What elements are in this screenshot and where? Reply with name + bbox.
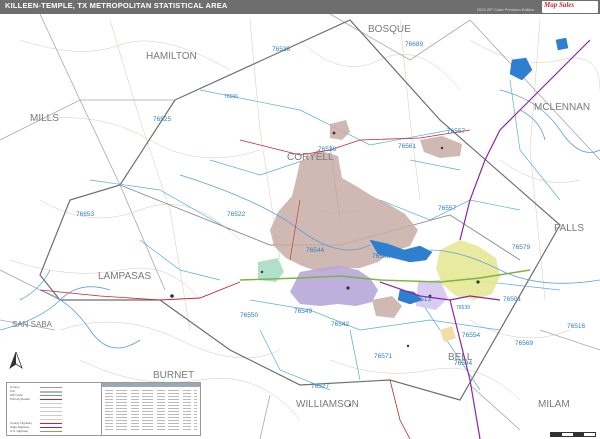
index-row	[105, 429, 197, 430]
map-legend: County City ZIP Code Primary Roads Count…	[6, 382, 102, 436]
county-label-williamson: WILLIAMSON	[296, 399, 359, 410]
zip-label: 76569	[515, 340, 534, 347]
index-row	[105, 390, 197, 391]
zip-label: 76522	[227, 211, 246, 218]
zip-index-table	[101, 382, 201, 436]
publisher-logo[interactable]: Map Sales	[542, 1, 598, 13]
index-row	[105, 405, 197, 406]
map-title: KILLEEN-TEMPLE, TX METROPOLITAN STATISTI…	[5, 1, 228, 10]
county-label-hamilton: HAMILTON	[146, 51, 197, 62]
index-row	[105, 420, 197, 421]
zip-label: 76538	[272, 46, 291, 53]
index-row	[105, 414, 197, 415]
zip-label: 76557	[447, 128, 466, 135]
county-label-milam: MILAM	[538, 399, 570, 410]
zip-label: 76561	[398, 143, 417, 150]
scale-bar	[550, 432, 596, 437]
zip-label: 76554	[462, 332, 481, 339]
county-label-lampasas: LAMPASAS	[98, 271, 152, 282]
zip-label: 76550	[240, 312, 259, 319]
index-row	[105, 411, 197, 412]
north-arrow-icon	[9, 352, 23, 370]
county-label-bosque: BOSQUE	[368, 24, 411, 35]
zip-label: 76557	[438, 205, 457, 212]
index-table-header	[102, 383, 200, 387]
zip-label: 76571	[374, 353, 393, 360]
index-row	[105, 408, 197, 409]
county-label-burnet: BURNET	[153, 370, 195, 381]
index-row	[105, 393, 197, 394]
zip-label: 76501	[503, 296, 522, 303]
edition-label: 2023 ZIP Code Premium Edition	[476, 7, 534, 12]
zip-label: 76566	[224, 94, 238, 100]
county-label-san-saba: SAN SABA	[12, 320, 53, 329]
zip-label: 76513	[413, 296, 432, 303]
zip-label: 76525	[153, 116, 172, 123]
zip-label: 76527	[311, 383, 330, 390]
index-row	[105, 402, 197, 403]
legend-row: U.S. Highway	[10, 429, 98, 434]
county-label-coryell: CORYELL	[287, 152, 334, 163]
zip-label: 76689	[405, 41, 424, 48]
zip-label: 76543	[372, 253, 391, 260]
county-label-mills: MILLS	[30, 113, 59, 124]
index-row	[105, 426, 197, 427]
title-bar: KILLEEN-TEMPLE, TX METROPOLITAN STATISTI…	[0, 0, 600, 14]
zip-label: 76516	[567, 323, 586, 330]
map-drawing	[0, 13, 600, 439]
zip-label: 76579	[512, 244, 531, 251]
index-row	[105, 396, 197, 397]
county-label-mclennan: MCLENNAN	[534, 102, 591, 113]
county-label-falls: FALLS	[554, 223, 585, 234]
map-canvas[interactable]: KILLEEN-TEMPLE, TX METROPOLITAN STATISTI…	[0, 0, 600, 439]
zip-label: 76539	[456, 305, 470, 311]
index-row	[105, 399, 197, 400]
logo-text: Map Sales	[544, 1, 575, 9]
index-row	[105, 417, 197, 418]
zip-label: 76528	[318, 146, 337, 153]
zip-label: 76544	[306, 247, 325, 254]
index-row	[105, 423, 197, 424]
zip-label: 76542	[331, 321, 350, 328]
zip-label: 76534	[454, 360, 473, 367]
zip-label: 76549	[294, 308, 313, 315]
zip-label: 76853	[76, 211, 95, 218]
